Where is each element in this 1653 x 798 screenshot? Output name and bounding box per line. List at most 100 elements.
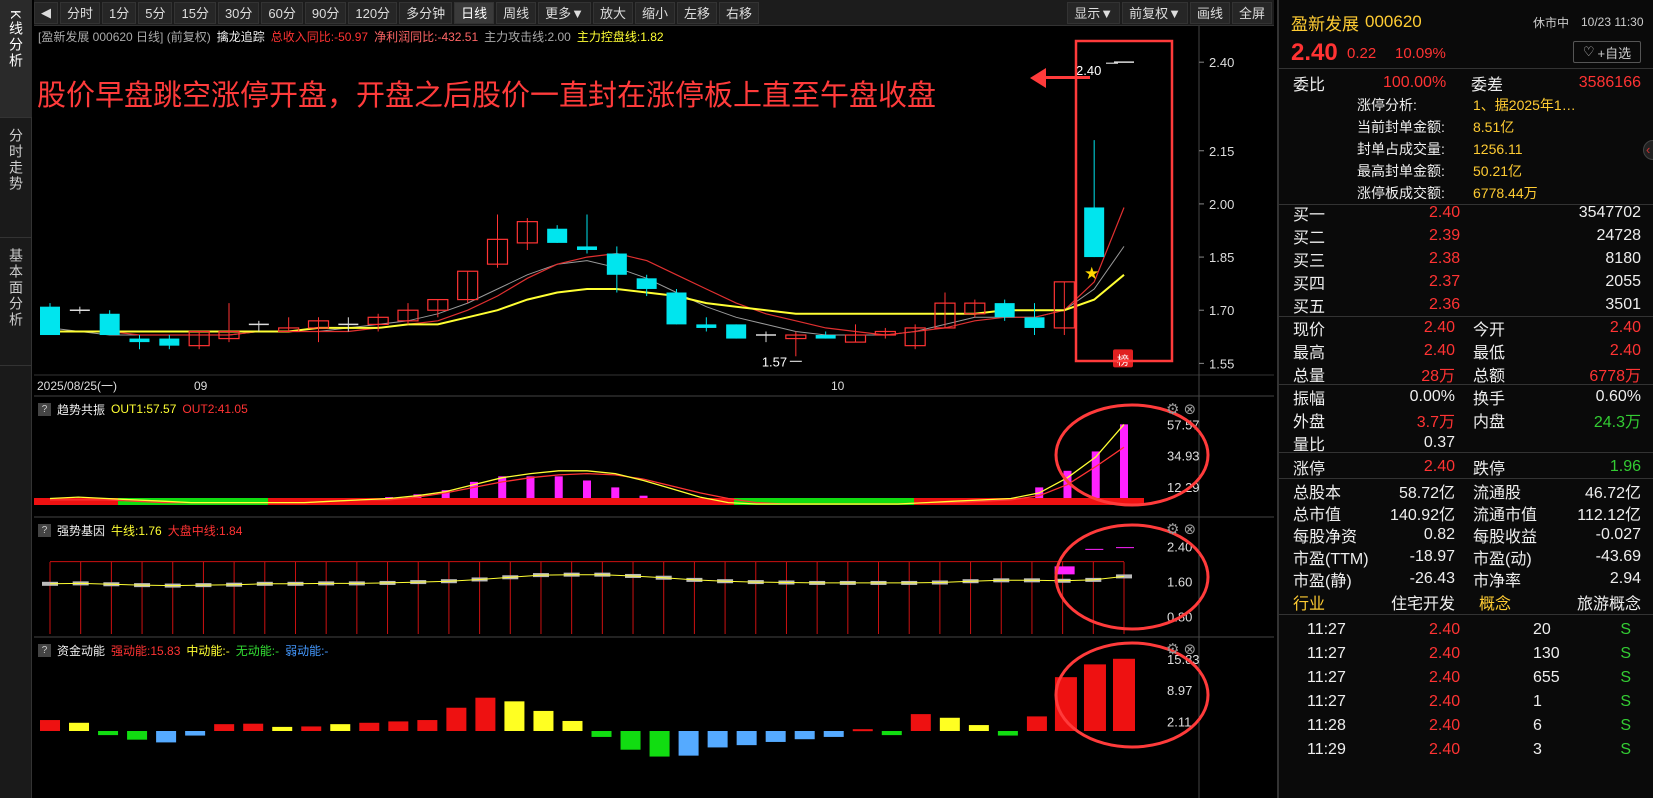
bid-level: 买一 [1293, 207, 1326, 224]
kline-title: [盈新发展 000620 日线] (前复权) [38, 29, 211, 44]
gear-icon[interactable]: ⚙ [1166, 400, 1179, 418]
period-button[interactable]: 缩小 [635, 1, 676, 24]
period-button[interactable]: 1分 [102, 1, 137, 24]
p3-tick-label: 8.97 [1167, 683, 1192, 698]
stat-value: 3.7万 [1416, 414, 1455, 431]
toolbar-option-button[interactable]: 显示▼ [1067, 1, 1121, 24]
fin-row: 总股本 58.72亿 流通股 46.72亿 [1279, 479, 1653, 503]
period-button[interactable]: 右移 [719, 1, 760, 24]
stock-name: 盈新发展 [1291, 14, 1359, 34]
period-button[interactable]: 120分 [348, 1, 398, 24]
tick-row: 11:27 2.40 655 S [1279, 666, 1653, 690]
back-button[interactable]: ◀ [34, 1, 58, 24]
stat-row: 振幅 0.00% 换手 0.60% [1279, 385, 1653, 409]
tick-time: 11:27 [1307, 693, 1346, 710]
profit-yoy: 净利润同比:-432.51 [374, 29, 479, 44]
trend-bar [1120, 424, 1128, 498]
fin-label: 市盈(TTM) [1293, 551, 1369, 568]
close-icon[interactable]: ⊗ [1183, 640, 1196, 658]
tick-volume: 655 [1533, 669, 1560, 686]
period-button[interactable]: 60分 [261, 1, 303, 24]
stat-row: 总量 28万 总额 6778万 [1279, 362, 1653, 386]
period-button[interactable]: 15分 [174, 1, 216, 24]
fund-bar [997, 731, 1018, 736]
last-price: 2.40 [1291, 39, 1338, 66]
period-button[interactable]: 日线 [454, 1, 495, 24]
close-icon[interactable]: ⊗ [1183, 400, 1196, 418]
highlight-box [1074, 39, 1174, 363]
fund-bar [40, 720, 60, 731]
fin-value: 0.82 [1423, 526, 1455, 543]
concept-value[interactable]: 旅游概念 [1577, 590, 1641, 614]
period-button[interactable]: 放大 [592, 1, 633, 24]
bid-volume: 3501 [1605, 296, 1641, 313]
fin-label: 总股本 [1293, 485, 1342, 502]
bid-volume: 2055 [1605, 273, 1641, 290]
period-button[interactable]: 更多▼ [538, 1, 591, 24]
fin-row: 市盈(TTM) -18.97 市盈(动) -43.69 [1279, 545, 1653, 569]
period-button[interactable]: 左移 [677, 1, 718, 24]
help-icon[interactable]: ? [38, 402, 51, 416]
trend-bar [639, 495, 648, 498]
annotation-text: 股价早盘跳空涨停开盘，开盘之后股价一直封在涨停板上直至午盘收盘 [37, 80, 937, 112]
analysis-value: 8.51亿 [1473, 119, 1515, 135]
period-button[interactable]: 分时 [60, 1, 101, 24]
tab-kline-label: K线分析 [8, 10, 24, 70]
period-toolbar: ◀ 分时 1分 5分 15分 30分 60分 90分 120分 多分钟 日线 周线 更多▼ 放大 缩小 左移… [34, 0, 1274, 26]
tab-kline-analysis[interactable]: K线分析 [0, 0, 32, 118]
candle-body [1084, 207, 1105, 258]
quote-panel: 盈新发展 000620 休市中 10/23 11:30 2.40 0.22 10… [1277, 0, 1653, 798]
help-icon[interactable]: ? [38, 523, 51, 537]
candle-body [1024, 317, 1045, 328]
fin-label: 总市值 [1293, 507, 1342, 524]
close-icon[interactable]: ⊗ [1183, 520, 1196, 538]
p3-controls: ⚙ ⊗ [1166, 640, 1196, 658]
industry-value[interactable]: 住宅开发 [1391, 590, 1455, 614]
bid-price: 2.39 [1429, 227, 1461, 244]
bid-price: 2.37 [1429, 273, 1461, 290]
gear-icon[interactable]: ⚙ [1166, 640, 1179, 658]
weibi-value: 100.00% [1383, 74, 1447, 91]
p3-strong: 强动能:15.83 [111, 643, 181, 658]
period-button[interactable]: 90分 [304, 1, 347, 24]
period-button[interactable]: 30分 [217, 1, 260, 24]
tick-row: 11:28 2.40 6 S [1279, 714, 1653, 738]
bid-price: 2.40 [1429, 204, 1461, 221]
tab-fundamental[interactable]: 基本面分析 [0, 238, 32, 366]
tick-row: 11:27 2.40 130 S [1279, 642, 1653, 666]
period-button[interactable]: 多分钟 [399, 1, 453, 24]
bid-volume: 3547702 [1578, 204, 1641, 221]
bid-volume: 24728 [1596, 227, 1642, 244]
bid-row: 买四 2.37 2055 [1279, 270, 1653, 294]
period-button[interactable]: 周线 [496, 1, 537, 24]
p2-niu: 牛线:1.76 [111, 523, 162, 538]
trend-bar [554, 476, 563, 498]
tick-row: 11:27 2.40 1 S [1279, 690, 1653, 714]
candle-body [994, 303, 1015, 318]
stock-title-row: 盈新发展 000620 休市中 10/23 11:30 [1279, 10, 1653, 34]
p3-mid: 中动能:- [186, 643, 230, 658]
p1-out2: OUT2:41.05 [182, 402, 248, 416]
tick-time: 11:28 [1307, 717, 1346, 734]
toolbar-option-button[interactable]: 全屏 [1231, 1, 1272, 24]
gear-icon[interactable]: ⚙ [1166, 520, 1179, 538]
chart-area[interactable]: 2.40 2.15 2.00 1.85 1.70 1.55 2025/08/25(一) 09 1… [34, 26, 1274, 798]
fund-bar [910, 714, 931, 731]
toolbar-option-button[interactable]: 画线 [1189, 1, 1230, 24]
p3-tick-label: 2.11 [1167, 714, 1191, 729]
fin-row: 市盈(静) -26.43 市净率 2.94 [1279, 567, 1653, 591]
fin-label: 流通市值 [1473, 507, 1538, 524]
help-icon[interactable]: ? [38, 643, 51, 657]
tab-intraday[interactable]: 分时走势 [0, 118, 32, 238]
add-favorite-button[interactable]: ♡ +自选 [1573, 41, 1641, 63]
stat-value: 2.40 [1423, 319, 1455, 336]
analysis-row: 封单占成交量: 1256.11 [1279, 137, 1653, 161]
fund-bar [98, 731, 119, 736]
bid-row: 买三 2.38 8180 [1279, 247, 1653, 271]
tick-side: S [1620, 669, 1631, 686]
toolbar-option-button[interactable]: 前复权▼ [1122, 1, 1188, 24]
period-button[interactable]: 5分 [138, 1, 173, 24]
stat-label: 总量 [1293, 368, 1326, 385]
analysis-row: 最高封单金额: 50.21亿 [1279, 159, 1653, 183]
p2-tick-label: 1.60 [1167, 575, 1192, 590]
